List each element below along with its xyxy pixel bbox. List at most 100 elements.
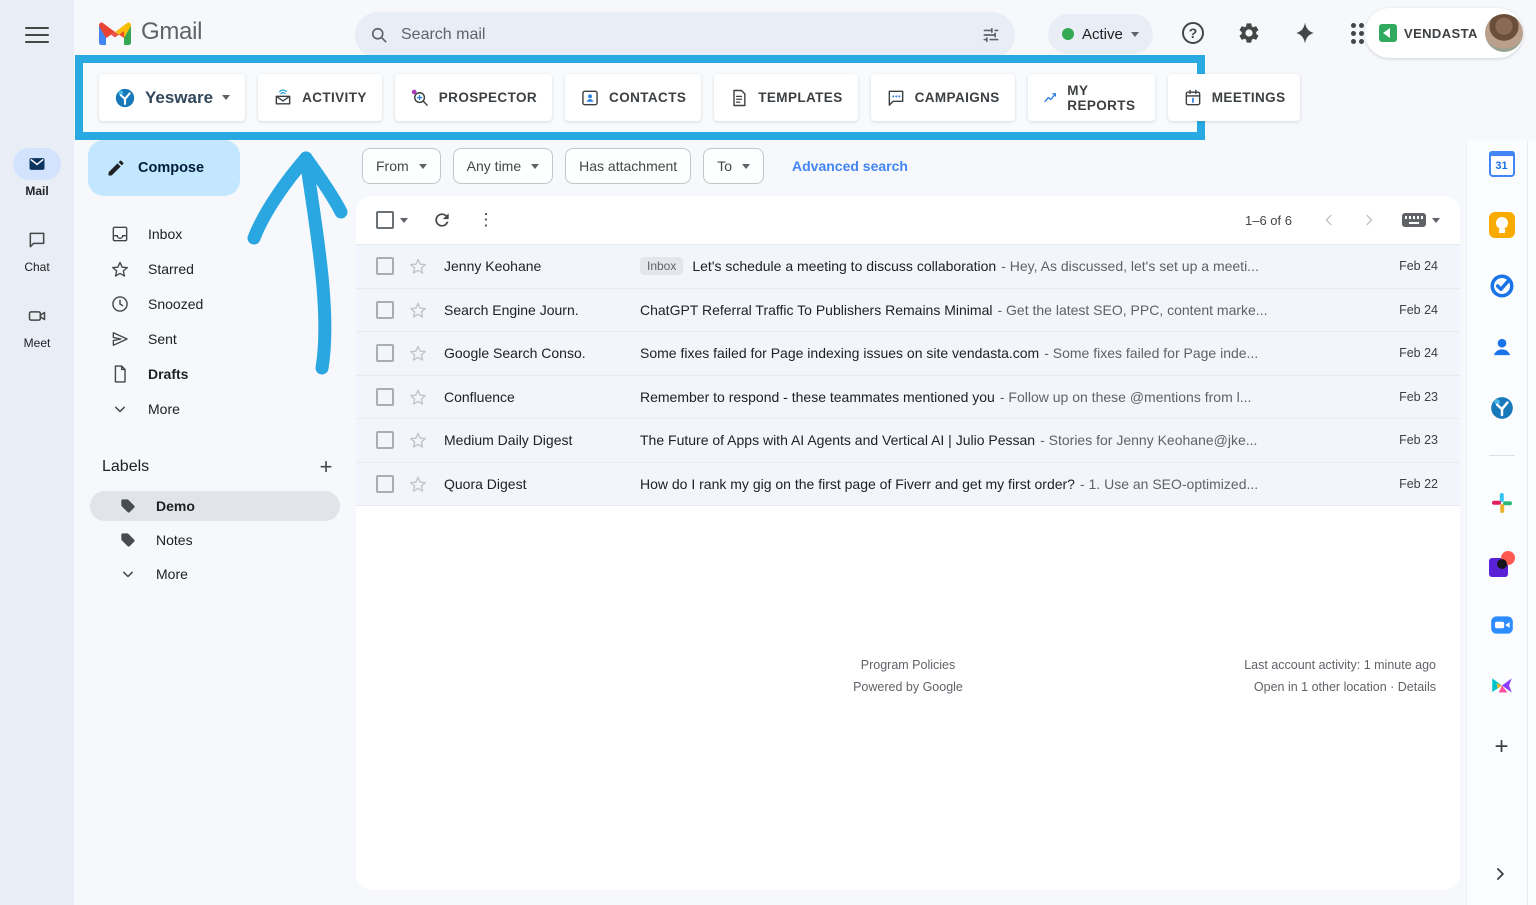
toolbar-item-prospector[interactable]: PROSPECTOR [395,74,552,121]
select-all-checkbox[interactable] [376,211,394,229]
help-icon: ? [1182,22,1204,44]
app-icon-purple[interactable] [1488,550,1516,578]
refresh-button[interactable] [424,202,460,238]
google-tasks-icon[interactable] [1488,272,1516,300]
star-icon[interactable] [408,256,428,276]
rail-item-meet[interactable]: Meet [13,300,61,350]
filter-chip-to[interactable]: To [703,148,764,184]
email-subject: Remember to respond - these teammates me… [640,389,995,405]
search-input[interactable] [401,26,981,44]
rail-item-chat[interactable]: Chat [13,224,61,274]
email-row[interactable]: Confluence Remember to respond - these t… [356,376,1460,420]
google-contacts-icon[interactable] [1488,333,1516,361]
zoom-icon[interactable] [1488,611,1516,639]
more-options-button[interactable]: ⋮ [468,202,504,238]
email-sender: Medium Daily Digest [444,432,640,448]
email-checkbox[interactable] [376,388,394,406]
advanced-search-link[interactable]: Advanced search [792,158,908,174]
account-chip[interactable]: VENDASTA [1365,8,1523,58]
email-checkbox[interactable] [376,475,394,493]
google-keep-icon[interactable] [1488,211,1516,239]
sidebar-item-starred[interactable]: Starred [74,253,356,285]
compose-button[interactable]: Compose [88,140,240,196]
toolbar-item-activity[interactable]: ACTIVITY [258,74,382,121]
email-date: Feb 22 [1368,477,1438,491]
yesware-toolbar-highlight-box: Yesware ACTIVITY PROSPECTOR CONTACTS TEM… [75,55,1205,140]
email-list: Jenny Keohane Inbox Let's schedule a mee… [356,244,1460,506]
star-icon[interactable] [408,474,428,494]
slack-icon[interactable] [1488,489,1516,517]
search-options-icon[interactable] [981,25,1001,45]
newer-page-button[interactable] [1312,203,1346,237]
filter-chip-has-attachment[interactable]: Has attachment [565,148,691,184]
filter-chip-from[interactable]: From [362,148,441,184]
hide-side-panel-button[interactable] [1490,864,1510,884]
meet-icon [27,306,47,326]
sidebar-item-more[interactable]: More [74,393,356,425]
star-icon[interactable] [408,300,428,320]
rail-label-meet: Meet [24,336,51,350]
label-tag-icon [118,496,138,516]
select-dropdown-icon[interactable] [400,218,408,223]
google-calendar-icon[interactable]: 31 [1488,150,1516,178]
get-add-ons-button[interactable]: + [1488,733,1516,761]
gmail-logo[interactable]: Gmail [99,18,202,46]
details-link[interactable]: Details [1398,680,1436,694]
clock-icon [110,294,130,314]
older-page-button[interactable] [1352,203,1386,237]
pagination-count: 1–6 of 6 [1245,213,1292,228]
email-row[interactable]: Jenny Keohane Inbox Let's schedule a mee… [356,245,1460,289]
star-icon[interactable] [408,430,428,450]
help-button[interactable]: ? [1176,16,1210,50]
status-chip[interactable]: Active [1048,14,1153,54]
search-bar[interactable] [355,12,1015,58]
input-tools-button[interactable] [1402,213,1440,227]
chevron-down-icon [742,164,750,169]
email-row[interactable]: Medium Daily Digest The Future of Apps w… [356,419,1460,463]
gemini-button[interactable] [1288,16,1322,50]
label-item-more[interactable]: More [90,559,340,589]
email-checkbox[interactable] [376,301,394,319]
star-icon[interactable] [408,343,428,363]
email-checkbox[interactable] [376,257,394,275]
rail-item-mail[interactable]: Mail [13,148,61,198]
star-icon[interactable] [408,387,428,407]
yesware-panel-icon[interactable] [1488,394,1516,422]
main-menu-icon[interactable] [25,22,49,46]
sidebar-item-inbox[interactable]: Inbox [74,218,356,250]
email-checkbox[interactable] [376,431,394,449]
toolbar-item-campaigns[interactable]: CAMPAIGNS [871,74,1015,121]
email-row[interactable]: Google Search Conso. Some fixes failed f… [356,332,1460,376]
toolbar-item-contacts[interactable]: CONTACTS [565,74,701,121]
search-filter-chips: From Any time Has attachment To Advanced… [362,148,908,184]
search-icon[interactable] [369,25,389,45]
sidebar-item-drafts[interactable]: Drafts [74,358,356,390]
prospector-search-icon [410,88,430,108]
chevron-right-icon [1490,864,1510,884]
label-item-notes[interactable]: Notes [90,525,340,555]
yesware-brand-label: Yesware [145,88,213,108]
email-checkbox[interactable] [376,344,394,362]
yesware-menu-button[interactable]: Yesware [99,74,245,121]
email-row[interactable]: Quora Digest How do I rank my gig on the… [356,463,1460,507]
sidebar-item-snoozed[interactable]: Snoozed [74,288,356,320]
toolbar-item-my-reports[interactable]: MY REPORTS [1028,74,1155,121]
templates-document-icon [729,88,749,108]
gmail-wordmark: Gmail [141,18,202,46]
sidebar-item-sent[interactable]: Sent [74,323,356,355]
avatar[interactable] [1485,14,1523,52]
email-sender: Quora Digest [444,476,640,492]
side-panel-strip: 31 + [1466,140,1536,905]
toolbar-item-meetings[interactable]: MEETINGS [1168,74,1301,121]
create-label-button[interactable]: + [312,453,340,481]
email-row[interactable]: Search Engine Journ. ChatGPT Referral Tr… [356,289,1460,333]
meetings-calendar-icon [1183,88,1203,108]
app-icon-multicolor[interactable] [1488,672,1516,700]
settings-button[interactable] [1232,16,1266,50]
label-item-demo[interactable]: Demo [90,491,340,521]
toolbar-item-templates[interactable]: TEMPLATES [714,74,857,121]
email-sender: Search Engine Journ. [444,302,640,318]
filter-chip-any-time[interactable]: Any time [453,148,553,184]
email-snippet: - Get the latest SEO, PPC, content marke… [997,302,1267,318]
last-account-activity: Last account activity: 1 minute ago [1244,654,1436,676]
